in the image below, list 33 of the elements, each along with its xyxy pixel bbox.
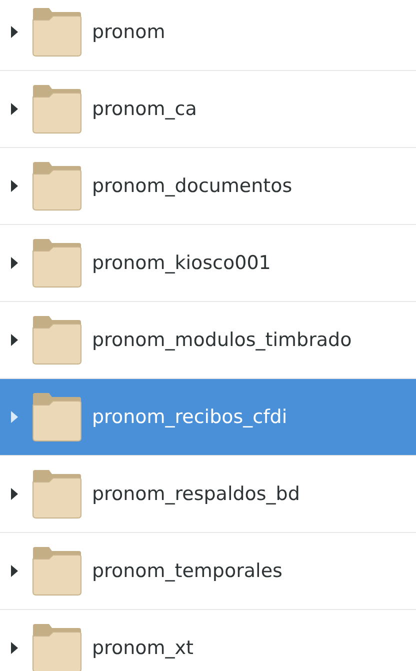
folder-name: pronom_modulos_timbrado: [92, 328, 352, 353]
folder-row[interactable]: pronom_temporales: [0, 533, 416, 610]
folder-row[interactable]: pronom_xt: [0, 610, 416, 671]
folder-icon: [32, 161, 82, 211]
folder-row[interactable]: pronom_documentos: [0, 148, 416, 225]
folder-name: pronom_documentos: [92, 174, 292, 199]
folder-icon: [32, 7, 82, 57]
folder-name: pronom: [92, 20, 166, 45]
folder-name: pronom_xt: [92, 636, 194, 661]
expand-arrow-icon[interactable]: [10, 179, 20, 193]
expand-arrow-icon[interactable]: [10, 256, 20, 270]
folder-icon: [32, 315, 82, 365]
expand-arrow-icon[interactable]: [10, 102, 20, 116]
folder-name: pronom_ca: [92, 96, 197, 122]
folder-row[interactable]: pronom_ca: [0, 71, 416, 148]
folder-icon: [32, 469, 82, 519]
folder-name: pronom_temporales: [92, 558, 282, 584]
folder-row[interactable]: pronom_respaldos_bd: [0, 456, 416, 533]
expand-arrow-icon[interactable]: [10, 487, 20, 501]
folder-icon: [32, 546, 82, 596]
folder-icon: [32, 623, 82, 671]
folder-row[interactable]: pronom_kiosco001: [0, 225, 416, 302]
folder-icon: [32, 84, 82, 134]
expand-arrow-icon[interactable]: [10, 25, 20, 39]
expand-arrow-icon[interactable]: [10, 641, 20, 655]
folder-icon: [32, 238, 82, 288]
folder-name: pronom_recibos_cfdi: [92, 404, 288, 430]
folder-name: pronom_kiosco001: [92, 250, 271, 276]
expand-arrow-icon[interactable]: [10, 333, 20, 347]
folder-name: pronom_respaldos_bd: [92, 482, 300, 507]
expand-arrow-icon[interactable]: [10, 564, 20, 578]
folder-icon: [32, 392, 82, 442]
folder-row[interactable]: pronom: [0, 0, 416, 71]
